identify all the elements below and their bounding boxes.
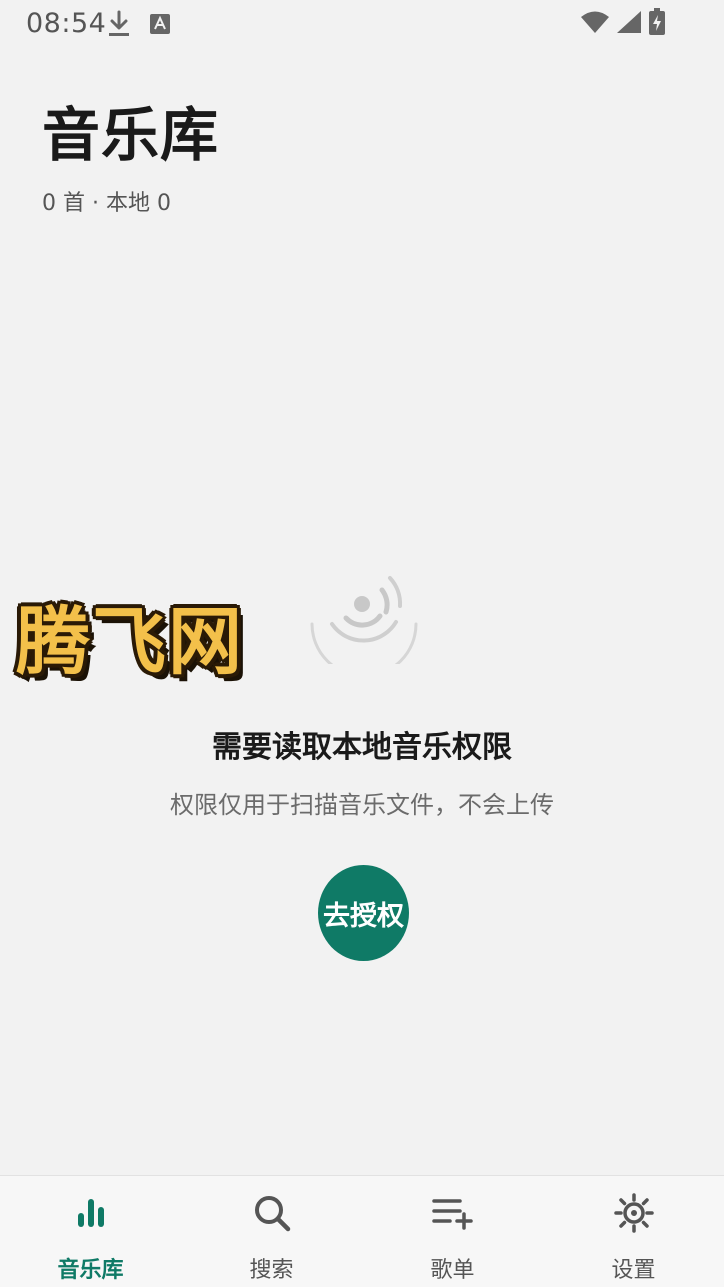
status-time: 08:54 <box>26 8 107 39</box>
playlist-add-icon <box>431 1192 474 1234</box>
radio-waves-icon <box>304 572 424 678</box>
status-left-icons <box>107 10 171 38</box>
watermark-logo: 腾飞网 <box>16 599 244 685</box>
music-library-screen: 08:54 音乐库 0 首 · 本地 0 腾飞网 需要读取本地音乐权限 权限仅用… <box>0 0 724 1287</box>
download-icon <box>107 10 131 38</box>
permission-title: 需要读取本地音乐权限 <box>212 730 512 765</box>
nav-item-library[interactable]: 音乐库 <box>0 1176 181 1287</box>
track-count-subtitle: 0 首 · 本地 0 <box>42 191 171 216</box>
permission-description: 权限仅用于扫描音乐文件，不会上传 <box>170 791 554 819</box>
bottom-nav: 音乐库 搜索 歌单 设置 <box>0 1175 724 1287</box>
gear-icon <box>613 1192 654 1234</box>
nav-label-playlists: 歌单 <box>430 1258 475 1283</box>
nav-item-search[interactable]: 搜索 <box>181 1176 362 1287</box>
keyboard-a-icon <box>149 13 171 35</box>
nav-item-settings[interactable]: 设置 <box>543 1176 724 1287</box>
nav-label-library: 音乐库 <box>57 1258 124 1283</box>
wifi-icon <box>580 10 610 34</box>
page-title: 音乐库 <box>42 101 220 169</box>
nav-item-playlists[interactable]: 歌单 <box>362 1176 543 1287</box>
search-icon <box>253 1192 291 1234</box>
nav-label-settings: 设置 <box>611 1258 656 1283</box>
bar-chart-icon <box>76 1192 106 1234</box>
status-bar: 08:54 <box>0 0 724 50</box>
battery-charging-icon <box>648 8 666 36</box>
status-right-icons <box>580 8 666 36</box>
authorize-button[interactable]: 去授权 <box>318 865 409 961</box>
nav-label-search: 搜索 <box>249 1258 294 1283</box>
signal-icon <box>616 10 642 34</box>
